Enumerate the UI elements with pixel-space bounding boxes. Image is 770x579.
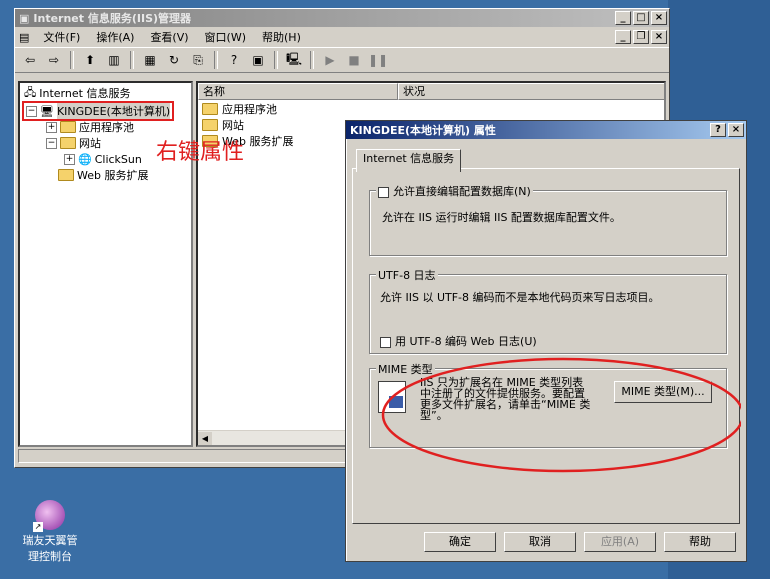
tree-site-label: ClickSun bbox=[94, 152, 142, 166]
list-item[interactable]: 网站 bbox=[202, 117, 244, 133]
window-title: Internet 信息服务(IIS)管理器 bbox=[33, 12, 192, 25]
pause-icon[interactable]: ❚❚ bbox=[367, 50, 389, 70]
metabase-description: 允许在 IIS 运行时编辑 IIS 配置数据库配置文件。 bbox=[382, 211, 621, 224]
tree-item-web-ext[interactable]: Web 服务扩展 bbox=[58, 167, 148, 183]
list-item-label: 网站 bbox=[222, 119, 244, 132]
menu-view[interactable]: 查看(V) bbox=[142, 29, 196, 45]
cancel-button[interactable]: 取消 bbox=[504, 532, 576, 552]
tree-root[interactable]: 🖧 Internet 信息服务 bbox=[24, 85, 130, 101]
tab-internet-info-services[interactable]: Internet 信息服务 bbox=[356, 149, 462, 172]
expand-icon[interactable]: + bbox=[64, 153, 75, 165]
tree-root-label: Internet 信息服务 bbox=[39, 87, 131, 100]
iis-icon: 🖧 bbox=[24, 85, 37, 99]
app-logo-icon: ↗ bbox=[33, 500, 65, 532]
child-close-button[interactable]: × bbox=[651, 30, 667, 44]
back-icon[interactable]: ⇦ bbox=[19, 50, 41, 70]
properties-icon[interactable]: ▦ bbox=[139, 50, 161, 70]
properties-dialog: KINGDEE(本地计算机) 属性 ? × Internet 信息服务 允许直接… bbox=[345, 120, 747, 562]
dialog-title: KINGDEE(本地计算机) 属性 bbox=[350, 124, 496, 137]
child-minimize-button[interactable]: _ bbox=[615, 30, 631, 44]
play-icon[interactable]: ▶ bbox=[319, 50, 341, 70]
desktop-icon-label: 瑞友天翼管 bbox=[22, 534, 78, 547]
tree-websites-label: 网站 bbox=[79, 137, 101, 150]
desktop-icon-console[interactable]: ↗ 瑞友天翼管 理控制台 bbox=[14, 500, 86, 564]
dialog-titlebar[interactable]: KINGDEE(本地计算机) 属性 ? × bbox=[346, 121, 746, 139]
menu-bar: ▤ 文件(F) 操作(A) 查看(V) 窗口(W) 帮助(H) _ ❐ × bbox=[15, 27, 669, 47]
tree-item-clicksun[interactable]: + 🌐 ClickSun bbox=[64, 151, 142, 167]
collapse-icon[interactable]: − bbox=[46, 137, 57, 149]
tree-item-websites[interactable]: − 网站 bbox=[46, 135, 101, 151]
utf8-checkbox-row[interactable]: 用 UTF-8 编码 Web 日志(U) bbox=[380, 333, 537, 349]
metabase-checkbox-row[interactable]: 允许直接编辑配置数据库(N) bbox=[376, 183, 533, 199]
metabase-group: 允许直接编辑配置数据库(N) 允许在 IIS 运行时编辑 IIS 配置数据库配置… bbox=[369, 183, 727, 256]
globe-icon: 🌐 bbox=[78, 152, 92, 166]
computer-icon: 🖥 bbox=[40, 104, 54, 118]
list-item-label: 应用程序池 bbox=[222, 103, 277, 116]
column-name[interactable]: 名称 bbox=[198, 83, 398, 100]
help-dialog-button[interactable]: 帮助 bbox=[664, 532, 736, 552]
dialog-close-button[interactable]: × bbox=[728, 123, 744, 137]
expand-icon[interactable]: + bbox=[46, 121, 57, 133]
gear-icon: ▣ bbox=[19, 11, 30, 25]
help-icon[interactable]: ? bbox=[223, 50, 245, 70]
shortcut-arrow-icon: ↗ bbox=[33, 522, 43, 532]
folder-icon bbox=[202, 119, 218, 131]
tree-computer-label: KINGDEE(本地计算机) bbox=[56, 103, 171, 119]
child-restore-button[interactable]: ❐ bbox=[633, 30, 649, 44]
metabase-checkbox[interactable] bbox=[378, 186, 389, 198]
folder-icon bbox=[202, 103, 218, 115]
app-icon[interactable]: ▤ bbox=[19, 31, 29, 44]
stop-icon[interactable]: ■ bbox=[343, 50, 365, 70]
utf8-checkbox[interactable] bbox=[380, 336, 391, 348]
utf8-legend: UTF-8 日志 bbox=[376, 267, 438, 283]
collapse-icon[interactable]: − bbox=[26, 105, 37, 117]
ok-button[interactable]: 确定 bbox=[424, 532, 496, 552]
computer-icon[interactable]: 🖳 bbox=[283, 50, 305, 70]
minimize-button[interactable]: _ bbox=[615, 11, 631, 25]
utf8-description: 允许 IIS 以 UTF-8 编码而不是本地代码页来写日志项目。 bbox=[380, 291, 660, 304]
help-button[interactable]: ? bbox=[710, 123, 726, 137]
menu-action[interactable]: 操作(A) bbox=[88, 29, 142, 45]
annotation-ellipse bbox=[381, 357, 741, 473]
desktop-icon-label: 理控制台 bbox=[28, 550, 72, 563]
tree-item-computer[interactable]: − 🖥 KINGDEE(本地计算机) bbox=[22, 101, 175, 121]
scroll-left-icon[interactable]: ◀ bbox=[198, 432, 212, 445]
apply-button[interactable]: 应用(A) bbox=[584, 532, 656, 552]
metabase-checkbox-label: 允许直接编辑配置数据库(N) bbox=[393, 185, 531, 198]
list-item[interactable]: 应用程序池 bbox=[202, 101, 277, 117]
annotation-text: 右键属性 bbox=[156, 140, 245, 165]
utf8-checkbox-label: 用 UTF-8 编码 Web 日志(U) bbox=[395, 335, 537, 348]
utf8-log-group: UTF-8 日志 允许 IIS 以 UTF-8 编码而不是本地代码页来写日志项目… bbox=[369, 267, 727, 354]
column-status[interactable]: 状况 bbox=[398, 83, 664, 100]
forward-icon[interactable]: ⇨ bbox=[43, 50, 65, 70]
menu-file[interactable]: 文件(F) bbox=[35, 29, 88, 45]
toolbar: ⇦ ⇨ ⬆ ▥ ▦ ↻ ⎘ ? ▣ 🖳 ▶ ■ ❚❚ bbox=[15, 47, 669, 73]
tree-web-ext-label: Web 服务扩展 bbox=[77, 169, 149, 182]
folder-icon bbox=[58, 169, 74, 181]
maximize-button[interactable]: □ bbox=[633, 11, 649, 25]
tree-item-app-pools[interactable]: + 应用程序池 bbox=[46, 119, 134, 135]
console-icon[interactable]: ▣ bbox=[247, 50, 269, 70]
refresh-icon[interactable]: ↻ bbox=[163, 50, 185, 70]
menu-window[interactable]: 窗口(W) bbox=[197, 29, 254, 45]
show-tree-icon[interactable]: ▥ bbox=[103, 50, 125, 70]
export-icon[interactable]: ⎘ bbox=[187, 50, 209, 70]
horizontal-scrollbar[interactable]: ◀ bbox=[198, 430, 348, 445]
iis-manager-titlebar[interactable]: ▣ Internet 信息服务(IIS)管理器 _ □ × bbox=[15, 9, 669, 27]
tab-panel: 允许直接编辑配置数据库(N) 允许在 IIS 运行时编辑 IIS 配置数据库配置… bbox=[352, 168, 741, 524]
menu-help[interactable]: 帮助(H) bbox=[254, 29, 309, 45]
tree-app-pools-label: 应用程序池 bbox=[79, 121, 134, 134]
folder-icon bbox=[60, 137, 76, 149]
up-folder-icon[interactable]: ⬆ bbox=[79, 50, 101, 70]
folder-icon bbox=[60, 121, 76, 133]
close-button[interactable]: × bbox=[651, 11, 667, 25]
